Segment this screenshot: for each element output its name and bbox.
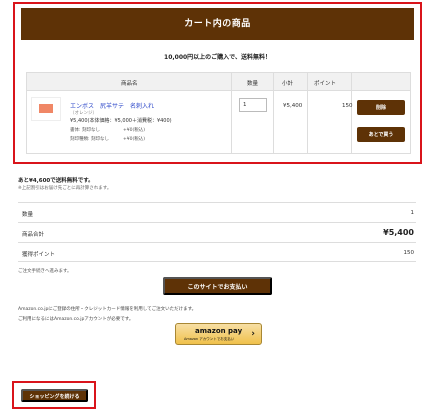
pay-on-site-button[interactable]: このサイトでお支払い (163, 277, 272, 295)
amazon-pay-description: Amazon.co.jpにご登録の住所・クレジットカード情報を利用してご注文いた… (18, 307, 197, 312)
amazon-pay-button[interactable]: amazon pay Amazon アカウントでお支払い › (175, 323, 262, 345)
continue-shopping-section: ショッピングを続ける (12, 381, 96, 409)
product-price: ¥5,400(本体価格：¥5,000＋消費税：¥400) (70, 118, 172, 124)
divider (273, 73, 274, 153)
option-price: +¥0(税込) (123, 128, 146, 133)
amazon-pay-sub: Amazon アカウントでお支払い (184, 337, 235, 341)
continue-shopping-button[interactable]: ショッピングを続ける (21, 389, 88, 402)
summary-row-quantity: 数量 1 (18, 202, 416, 222)
summary-value: 1 (410, 210, 415, 216)
item-points: 150 (342, 103, 353, 109)
summary-label: 獲得ポイント (22, 252, 56, 258)
summary-label: 数量 (22, 212, 34, 218)
summary-row-total: 商品合計 ¥5,400 (18, 222, 416, 242)
summary-row-points: 獲得ポイント 150 (18, 242, 416, 262)
divider (307, 73, 308, 153)
col-product-name: 商品名 (121, 81, 138, 87)
option-price: +¥0(税込) (123, 137, 146, 142)
divider (351, 73, 352, 153)
chevron-right-icon: › (251, 329, 255, 339)
product-variant: （オレンジ） (70, 111, 97, 116)
summary-label: 商品合計 (22, 232, 45, 238)
divider (231, 73, 232, 153)
cart-title: カート内の商品 (21, 8, 414, 40)
option-label: 刻印種類: 刻印なし (70, 137, 109, 142)
save-for-later-button[interactable]: あとで買う (357, 127, 405, 142)
proceed-text: ご注文手続きへ進みます。 (18, 269, 72, 274)
col-subtotal: 小計 (282, 81, 294, 87)
item-subtotal: ¥5,400 (283, 103, 303, 109)
cart-section: カート内の商品 10,000円以上のご購入で、送料無料！ 商品名 数量 小計 ポ… (13, 2, 422, 164)
col-quantity: 数量 (247, 81, 259, 87)
quantity-input[interactable]: 1 (239, 98, 267, 112)
summary-total-value: ¥5,400 (383, 228, 414, 237)
cart-table-header: 商品名 数量 小計 ポイント (27, 73, 410, 91)
col-points: ポイント (314, 81, 337, 87)
free-shipping-note: 10,000円以上のご購入で、送料無料！ (164, 54, 271, 61)
order-summary: 数量 1 商品合計 ¥5,400 獲得ポイント 150 (18, 202, 416, 262)
amazon-account-note: ご利用になるにはAmazon.co.jpアカウントが必要です。 (18, 317, 134, 322)
product-name-link[interactable]: エンボス 尻羊サテ 名刺入れ (70, 101, 154, 110)
option-label: 書体: 刻印なし (70, 128, 100, 133)
summary-value: 150 (403, 250, 415, 256)
amazon-pay-logo: amazon pay (195, 327, 243, 335)
cart-table: 商品名 数量 小計 ポイント エンボス 尻羊サテ 名刺入れ （オレンジ） ¥5,… (26, 72, 411, 154)
delete-button[interactable]: 削除 (357, 100, 405, 115)
remaining-free-shipping: あと¥4,600で送料無料です。 (18, 178, 94, 184)
recalc-note: ※上記割引はお届け先ごとに再計算されます。 (18, 186, 112, 191)
product-image[interactable] (39, 104, 53, 113)
